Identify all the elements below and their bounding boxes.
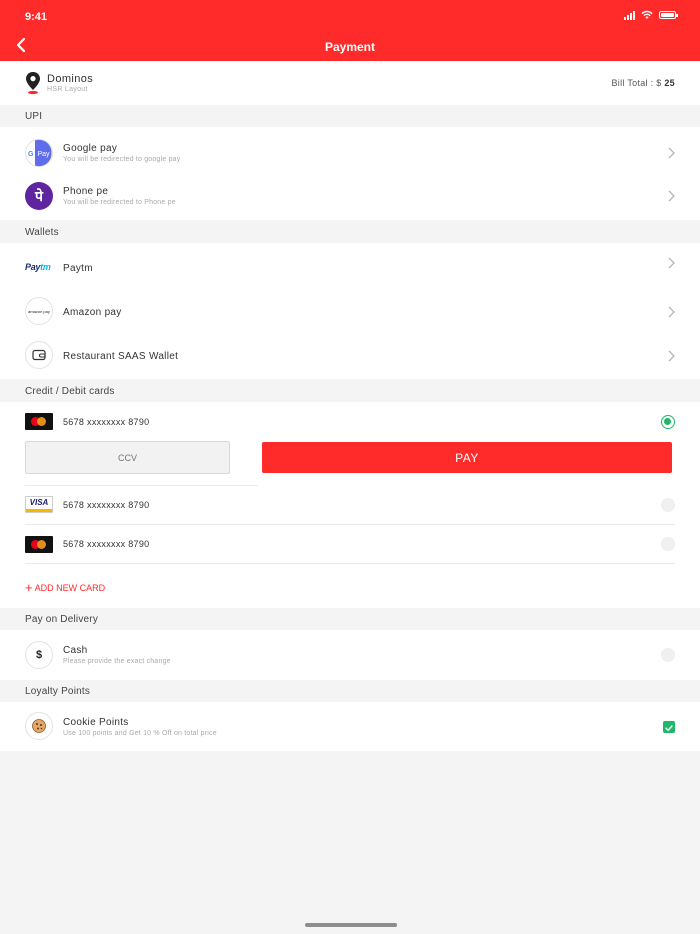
section-loyalty: Loyalty Points bbox=[25, 686, 91, 697]
location-pin-icon bbox=[26, 72, 40, 95]
upi-list: G Pay Google pay You will be redirected … bbox=[0, 127, 700, 220]
chevron-right-icon[interactable] bbox=[667, 257, 675, 269]
amazon-pay-icon: amazon pay bbox=[25, 297, 53, 325]
section-wallets: Wallets bbox=[25, 227, 59, 238]
chevron-right-icon[interactable] bbox=[667, 190, 675, 202]
paytm-logo: Paytm bbox=[25, 262, 51, 272]
card-radio[interactable] bbox=[661, 537, 675, 551]
cookie-icon bbox=[25, 712, 53, 740]
wallet-list: Paytm Paytm amazon pay Amazon pay Restau… bbox=[0, 243, 700, 379]
status-time: 9:41 bbox=[25, 11, 48, 23]
wifi-icon bbox=[641, 10, 653, 19]
upi-item-subtitle: You will be redirected to Phone pe bbox=[63, 199, 176, 206]
ccv-input[interactable] bbox=[25, 441, 230, 474]
loyalty-option[interactable]: Cookie Points Use 100 points and Get 10 … bbox=[0, 702, 700, 751]
card-radio-selected[interactable] bbox=[661, 415, 675, 429]
section-upi: UPI bbox=[25, 111, 43, 122]
cash-title: Cash bbox=[63, 645, 88, 656]
phonepe-icon: पे bbox=[25, 182, 53, 210]
google-pay-icon-text: Pay bbox=[38, 151, 51, 158]
cash-radio[interactable] bbox=[661, 648, 675, 662]
restaurant-info: Dominos HSR Layout Bill Total : $ 25 bbox=[0, 61, 700, 105]
loyalty-subtitle: Use 100 points and Get 10 % Off on total… bbox=[63, 730, 217, 737]
loyalty-checkbox[interactable] bbox=[663, 721, 675, 733]
chevron-right-icon[interactable] bbox=[667, 306, 675, 318]
wallet-item-saas-wallet[interactable]: Restaurant SAAS Wallet bbox=[0, 335, 700, 379]
card-number: 5678 xxxxxxxx 8790 bbox=[63, 417, 150, 427]
bill-total: Bill Total : $ 25 bbox=[612, 78, 676, 88]
section-cards: Credit / Debit cards bbox=[25, 386, 115, 397]
home-indicator bbox=[305, 923, 397, 927]
chevron-right-icon[interactable] bbox=[667, 147, 675, 159]
google-pay-icon: G Pay bbox=[25, 139, 53, 167]
card-item-selected[interactable]: 5678 xxxxxxxx 8790 bbox=[0, 402, 700, 440]
card-radio[interactable] bbox=[661, 498, 675, 512]
loyalty-title: Cookie Points bbox=[63, 717, 129, 728]
battery-icon bbox=[659, 11, 678, 19]
chevron-right-icon[interactable] bbox=[667, 350, 675, 362]
upi-item-title: Google pay bbox=[63, 143, 118, 154]
mastercard-logo bbox=[25, 536, 53, 553]
wallet-item-paytm[interactable]: Paytm Paytm bbox=[0, 243, 700, 291]
cash-subtitle: Please provide the exact change bbox=[63, 658, 171, 665]
wallet-item-title: Paytm bbox=[63, 263, 93, 274]
upi-item-subtitle: You will be redirected to google pay bbox=[63, 156, 181, 163]
status-icons bbox=[624, 10, 678, 20]
wallet-item-title: Amazon pay bbox=[63, 307, 122, 318]
plus-icon: + bbox=[25, 580, 33, 595]
bill-total-label: Bill Total : $ bbox=[611, 78, 662, 88]
restaurant-name: Dominos bbox=[47, 73, 94, 85]
pay-button[interactable]: PAY bbox=[262, 442, 672, 473]
upi-item-google-pay[interactable]: G Pay Google pay You will be redirected … bbox=[0, 127, 700, 175]
divider bbox=[25, 563, 675, 564]
page-title: Payment bbox=[324, 40, 376, 54]
signal-icon bbox=[624, 10, 635, 20]
cash-option[interactable]: $ Cash Please provide the exact change bbox=[0, 630, 700, 680]
card-item[interactable]: 5678 xxxxxxxx 8790 bbox=[0, 525, 700, 563]
restaurant-location: HSR Layout bbox=[47, 86, 88, 93]
amazon-pay-icon-text: amazon pay bbox=[28, 308, 50, 314]
visa-logo: VISA bbox=[25, 496, 53, 513]
wallet-item-amazon-pay[interactable]: amazon pay Amazon pay bbox=[0, 291, 700, 335]
upi-item-title: Phone pe bbox=[63, 186, 109, 197]
phonepe-icon-text: पे bbox=[35, 188, 43, 205]
bill-total-amount: 25 bbox=[664, 78, 675, 88]
check-icon bbox=[665, 725, 673, 731]
upi-item-phonepe[interactable]: पे Phone pe You will be redirected to Ph… bbox=[0, 175, 700, 220]
card-number: 5678 xxxxxxxx 8790 bbox=[63, 500, 150, 510]
section-pay-on-delivery: Pay on Delivery bbox=[25, 614, 99, 625]
mastercard-logo bbox=[25, 413, 53, 430]
add-new-card-link[interactable]: + ADD NEW CARD bbox=[25, 580, 105, 595]
add-new-card-label: ADD NEW CARD bbox=[34, 583, 106, 593]
wallet-item-title: Restaurant SAAS Wallet bbox=[63, 351, 179, 362]
svg-text:G: G bbox=[28, 151, 34, 158]
card-item[interactable]: VISA 5678 xxxxxxxx 8790 bbox=[0, 486, 700, 524]
wallet-icon bbox=[25, 341, 53, 369]
dollar-icon-text: $ bbox=[35, 649, 43, 661]
app-header: 9:41 Payment bbox=[0, 0, 700, 61]
card-number: 5678 xxxxxxxx 8790 bbox=[63, 539, 150, 549]
dollar-icon: $ bbox=[25, 641, 53, 669]
